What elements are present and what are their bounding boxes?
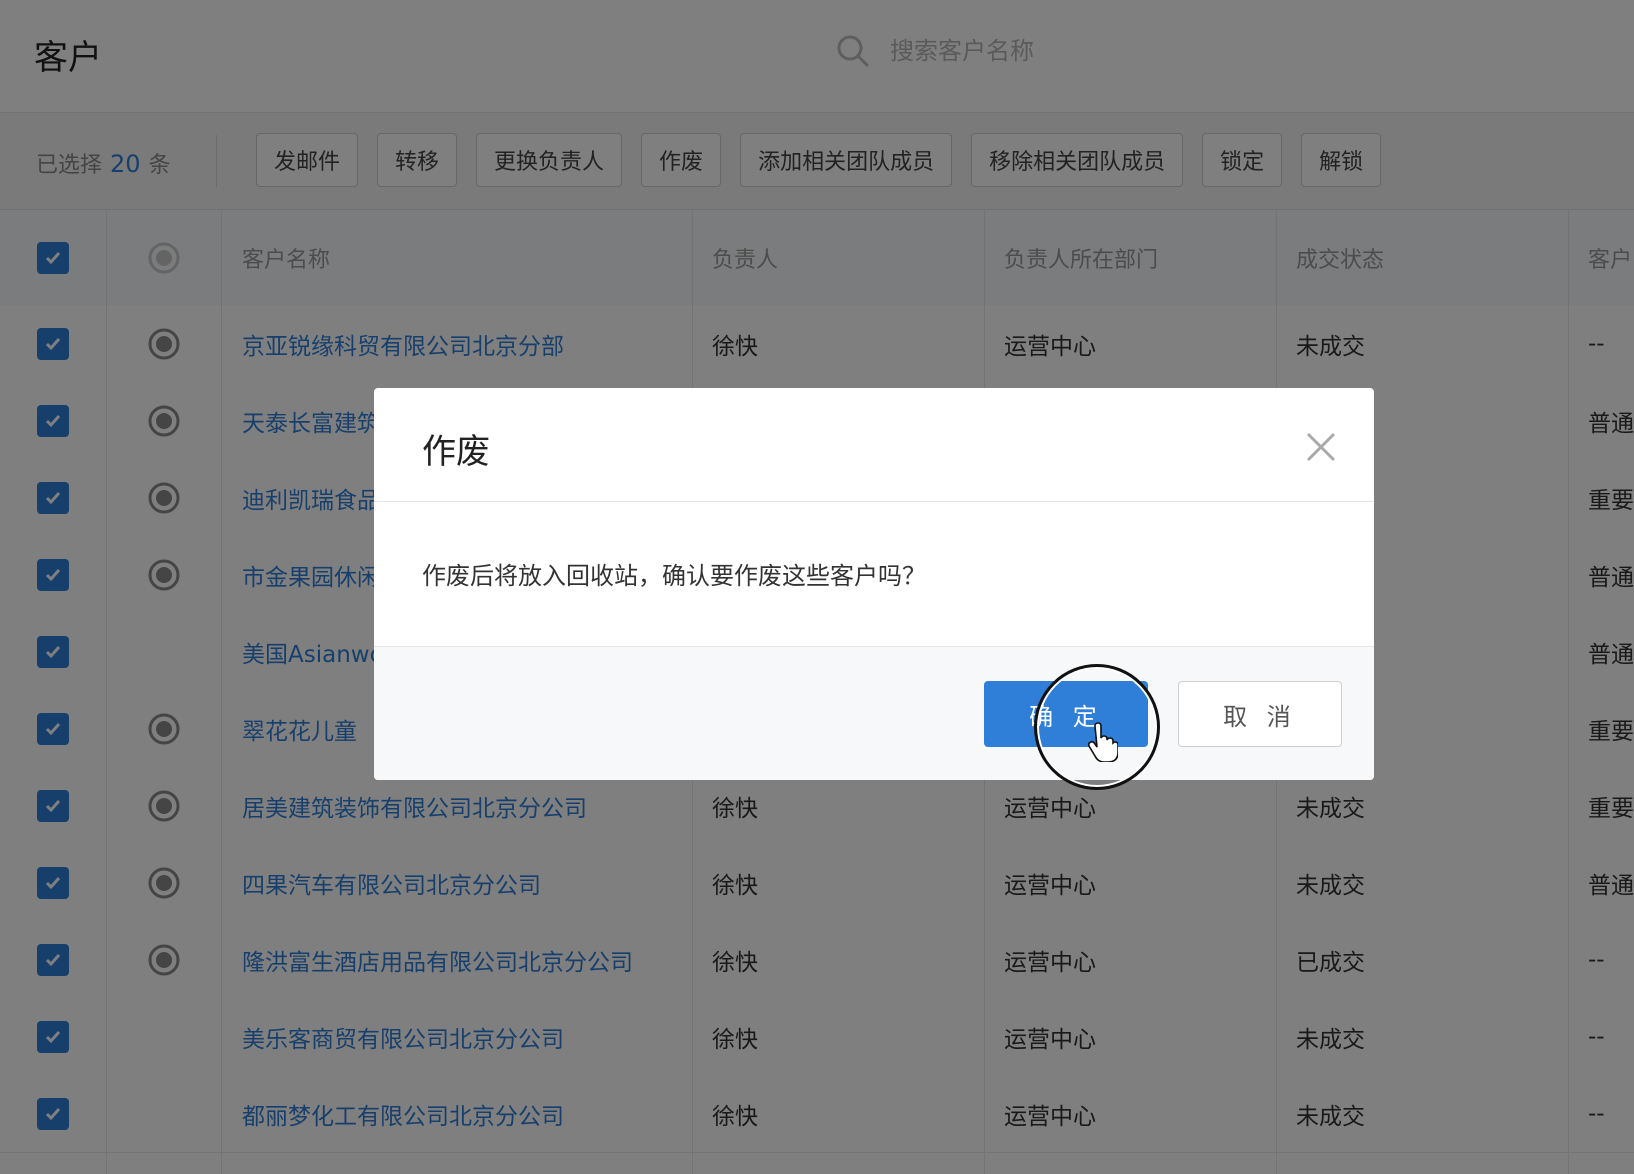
close-icon[interactable] [1304, 430, 1338, 464]
dialog-header: 作废 [374, 388, 1374, 502]
cancel-button[interactable]: 取 消 [1178, 681, 1342, 747]
dialog-message: 作废后将放入回收站，确认要作废这些客户吗？ [422, 562, 926, 590]
hand-pointer-icon [1087, 722, 1118, 762]
void-confirm-dialog: 作废 作废后将放入回收站，确认要作废这些客户吗？ 确 定 取 消 [374, 388, 1374, 780]
dialog-footer: 确 定 取 消 [374, 646, 1374, 780]
dialog-title: 作废 [422, 432, 490, 472]
